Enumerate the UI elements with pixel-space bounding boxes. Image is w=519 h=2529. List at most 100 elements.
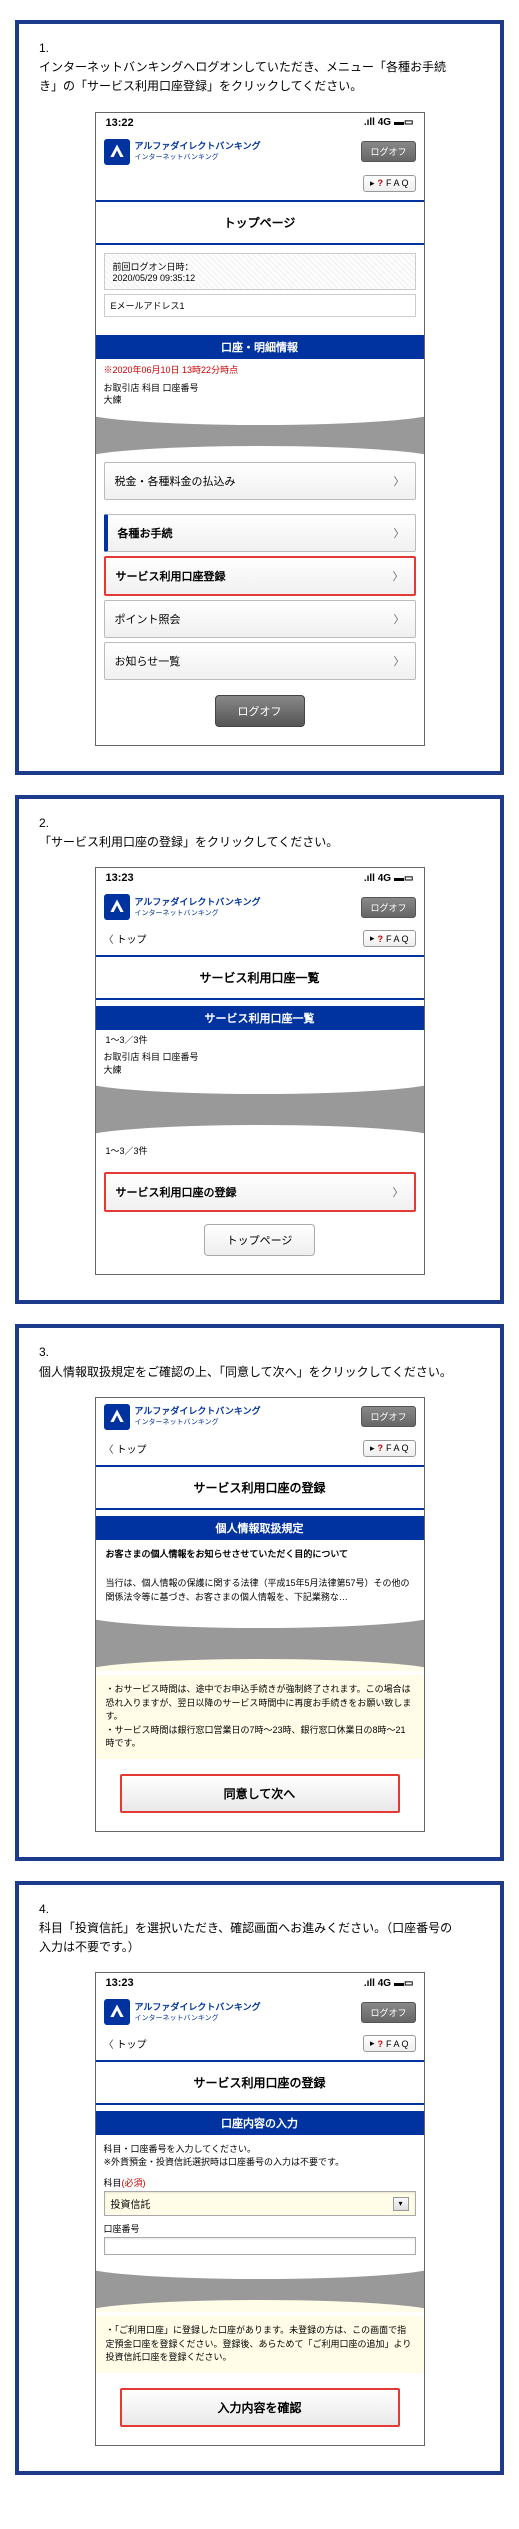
account-info-text: お取引店 科目 口座番号 大練 [96,380,424,409]
phone-screenshot-3: アルファダイレクトバンキング インターネットバンキング ログオフ 〈 トップ ▸… [95,1397,425,1832]
dropdown-icon: ▾ [393,2197,409,2211]
toppage-button[interactable]: トップページ [204,1224,316,1256]
signal-icon: .ıll 4G [364,1978,391,1989]
brand-subtitle: インターネットバンキング [135,2013,261,2023]
chevron-right-icon: 〉 [394,611,405,627]
phone-screenshot-1: 13:22 .ıll 4G ▬▭ アルファダイレクトバンキング インターネットバ… [95,112,425,746]
data-timestamp: ※2020年06月10日 13時22分時点 [96,359,424,380]
chevron-right-icon: 〉 [393,568,404,584]
chevron-left-icon: 〈 [104,931,114,946]
chevron-left-icon: 〈 [104,2036,114,2051]
chevron-right-icon: 〉 [394,473,405,489]
logoff-button[interactable]: ログオフ [361,141,415,162]
subject-label: 科目(必須) [104,2176,416,2189]
email-address-box: Eメールアドレス1 [104,294,416,317]
step-number: 1. [39,39,61,58]
subject-select[interactable]: 投資信託 ▾ [104,2191,416,2216]
last-login-box: 前回ログオン日時： 2020/05/29 09:35:12 [104,253,416,290]
content-truncation-wave [96,2267,424,2312]
pagination-top: 1～3／3件 [96,1030,424,1049]
menu-item-points[interactable]: ポイント照会 〉 [104,600,416,638]
content-truncation-wave [96,1082,424,1137]
top-link[interactable]: 〈 トップ [104,2036,147,2051]
faq-button[interactable]: ▸ ? F A Q [363,2035,416,2052]
service-hours-notice: ・おサービス時間は、途中でお申込手続きが強制終了されます。この場合は恐れ入ります… [96,1675,424,1759]
chevron-icon: ▸ [370,1443,375,1454]
privacy-intro-heading: お客さまの個人情報をお知らせさせていただく目的について [96,1540,424,1570]
menu-item-register-account[interactable]: サービス利用口座の登録 〉 [104,1172,416,1212]
brand-subtitle: インターネットバンキング [135,908,261,918]
chevron-icon: ▸ [370,2038,375,2049]
status-time: 13:22 [106,117,134,129]
page-title: サービス利用口座一覧 [96,957,424,998]
chevron-right-icon: 〉 [394,653,405,669]
content-truncation-wave [96,1616,424,1671]
step-instruction-text: 「サービス利用口座の登録」をクリックしてください。 [39,833,455,852]
section-header-input: 口座内容の入力 [96,2111,424,2135]
faq-q-icon: ? [377,2039,383,2049]
account-info-text: お取引店 科目 口座番号 大練 [96,1049,424,1078]
logoff-button[interactable]: ログオフ [361,1406,415,1427]
account-number-input[interactable] [104,2237,416,2255]
faq-button[interactable]: ▸ ? F A Q [363,1440,416,1457]
agree-next-button[interactable]: 同意して次へ [120,1774,400,1813]
chevron-left-icon: 〈 [104,1441,114,1456]
account-number-label: 口座番号 [104,2222,416,2235]
brand-name: アルファダイレクトバンキング [135,1406,261,1417]
brand-name: アルファダイレクトバンキング [135,141,261,152]
logoff-button[interactable]: ログオフ [361,897,415,918]
brand-name: アルファダイレクトバンキング [135,897,261,908]
step-instruction-text: 個人情報取扱規定をご確認の上、「同意して次へ」をクリックしてください。 [39,1363,455,1382]
chevron-right-icon: 〉 [394,525,405,541]
bank-logo-icon [104,894,130,920]
registration-notice: ・「ご利用口座」に登録した口座があります。未登録の方は、この画面で指定預金口座を… [96,2316,424,2373]
bank-logo-icon [104,1404,130,1430]
privacy-intro-body: 当行は、個人情報の保護に関する法律（平成15年5月法律第57号）その他の関係法令… [96,1569,424,1612]
menu-item-procedures[interactable]: 各種お手続 〉 [104,514,416,552]
menu-item-notices[interactable]: お知らせ一覧 〉 [104,642,416,680]
brand-name: アルファダイレクトバンキング [135,2002,261,2013]
faq-button[interactable]: ▸ ? F A Q [363,175,416,192]
battery-icon: ▬▭ [394,117,413,128]
menu-item-service-registration[interactable]: サービス利用口座登録 〉 [104,556,416,596]
status-time: 13:23 [106,872,134,884]
page-title: サービス利用口座の登録 [96,2062,424,2103]
step-instruction-text: インターネットバンキングへログオンしていただき、メニュー「各種お手続き」の「サー… [39,58,455,96]
phone-screenshot-4: 13:23 .ıll 4G ▬▭ アルファダイレクトバンキング インターネットバ… [95,1972,425,2446]
section-header-account: 口座・明細情報 [96,335,424,359]
phone-screenshot-2: 13:23 .ıll 4G ▬▭ アルファダイレクトバンキング インターネットバ… [95,867,425,1275]
logoff-button[interactable]: ログオフ [361,2002,415,2023]
signal-icon: .ıll 4G [364,873,391,884]
confirm-input-button[interactable]: 入力内容を確認 [120,2388,400,2427]
chevron-icon: ▸ [370,178,375,189]
section-header-account-list: サービス利用口座一覧 [96,1006,424,1030]
faq-q-icon: ? [377,934,383,944]
pagination-bottom: 1～3／3件 [96,1141,424,1160]
content-truncation-wave [96,413,424,458]
logoff-button-large[interactable]: ログオフ [215,695,305,727]
page-title: サービス利用口座の登録 [96,1467,424,1508]
status-time: 13:23 [106,1977,134,1989]
select-value: 投資信託 [111,2196,151,2211]
top-link[interactable]: 〈 トップ [104,931,147,946]
faq-q-icon: ? [377,1443,383,1453]
chevron-icon: ▸ [370,933,375,944]
step-instruction-text: 科目「投資信託」を選択いただき、確認画面へお進みください。（口座番号の入力は不要… [39,1919,455,1957]
step-number: 3. [39,1343,61,1362]
brand-subtitle: インターネットバンキング [135,152,261,162]
battery-icon: ▬▭ [394,873,413,884]
top-link[interactable]: 〈 トップ [104,1441,147,1456]
bank-logo-icon [104,139,130,165]
battery-icon: ▬▭ [394,1978,413,1989]
brand-subtitle: インターネットバンキング [135,1417,261,1427]
signal-icon: .ıll 4G [364,117,391,128]
menu-item-tax-payment[interactable]: 税金・各種料金の払込み 〉 [104,462,416,500]
bank-logo-icon [104,1999,130,2025]
faq-button[interactable]: ▸ ? F A Q [363,930,416,947]
faq-q-icon: ? [377,178,383,188]
section-header-privacy: 個人情報取扱規定 [96,1516,424,1540]
chevron-right-icon: 〉 [393,1184,404,1200]
step-number: 2. [39,814,61,833]
form-instruction: 科目・口座番号を入力してください。 ※外貨預金・投資信託選択時は口座番号の入力は… [104,2143,416,2168]
step-number: 4. [39,1900,61,1919]
